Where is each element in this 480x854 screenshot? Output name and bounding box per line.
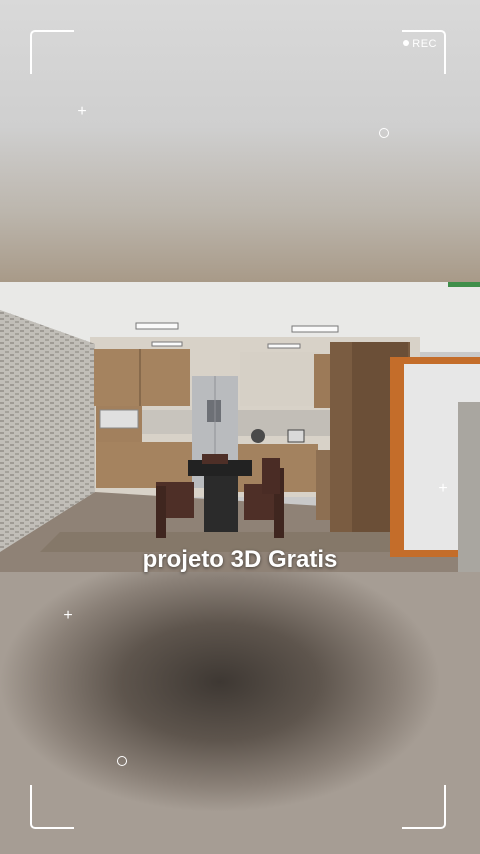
rec-indicator: REC <box>403 38 437 50</box>
crosshair-plus-icon: + <box>63 607 73 624</box>
crosshair-plus-icon: + <box>438 480 448 497</box>
focus-ring-icon <box>379 128 389 138</box>
record-dot-icon <box>403 40 410 46</box>
frame-corner-top-right <box>402 30 446 74</box>
crosshair-plus-icon: + <box>77 103 87 120</box>
frame-corner-bottom-left <box>30 785 74 829</box>
video-caption: projeto 3D Gratis <box>142 546 338 573</box>
frame-corner-bottom-right <box>402 785 446 829</box>
kitchen-3d-render <box>0 282 480 572</box>
frame-corner-top-left <box>30 30 74 74</box>
focus-ring-icon <box>117 756 127 766</box>
rec-label: REC <box>412 38 437 50</box>
